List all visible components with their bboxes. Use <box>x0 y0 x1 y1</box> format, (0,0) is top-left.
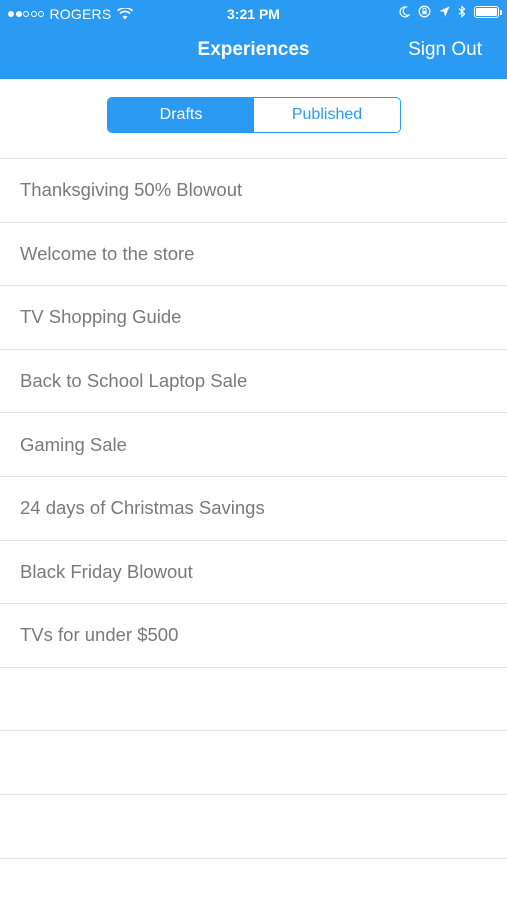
navigation-bar: ROGERS 3:21 PM Experiences Sign Out <box>0 0 507 79</box>
list-item[interactable]: Gaming Sale <box>0 412 507 476</box>
empty-list-row <box>0 666 507 731</box>
location-arrow-icon <box>439 6 450 17</box>
bluetooth-icon <box>458 5 466 18</box>
empty-list-row <box>0 793 507 858</box>
list-item[interactable]: TVs for under $500 <box>0 603 507 667</box>
list-item[interactable]: 24 days of Christmas Savings <box>0 475 507 540</box>
sign-out-button[interactable]: Sign Out <box>408 39 482 61</box>
experiences-list: Thanksgiving 50% Blowout Welcome to the … <box>0 158 507 900</box>
empty-list-row <box>0 730 507 794</box>
list-item[interactable]: TV Shopping Guide <box>0 285 507 349</box>
status-bar: ROGERS 3:21 PM <box>0 0 507 28</box>
battery-icon <box>474 5 502 18</box>
drafts-published-segmented-control: Drafts Published <box>107 97 401 133</box>
list-item[interactable]: Black Friday Blowout <box>0 539 507 604</box>
segment-drafts[interactable]: Drafts <box>108 98 254 132</box>
list-item[interactable]: Back to School Laptop Sale <box>0 348 507 413</box>
rotation-lock-icon <box>418 5 431 18</box>
list-item[interactable]: Welcome to the store <box>0 221 507 286</box>
segment-published[interactable]: Published <box>254 98 400 132</box>
moon-icon <box>399 5 410 17</box>
empty-list-row <box>0 857 507 900</box>
list-item[interactable]: Thanksgiving 50% Blowout <box>0 158 507 222</box>
